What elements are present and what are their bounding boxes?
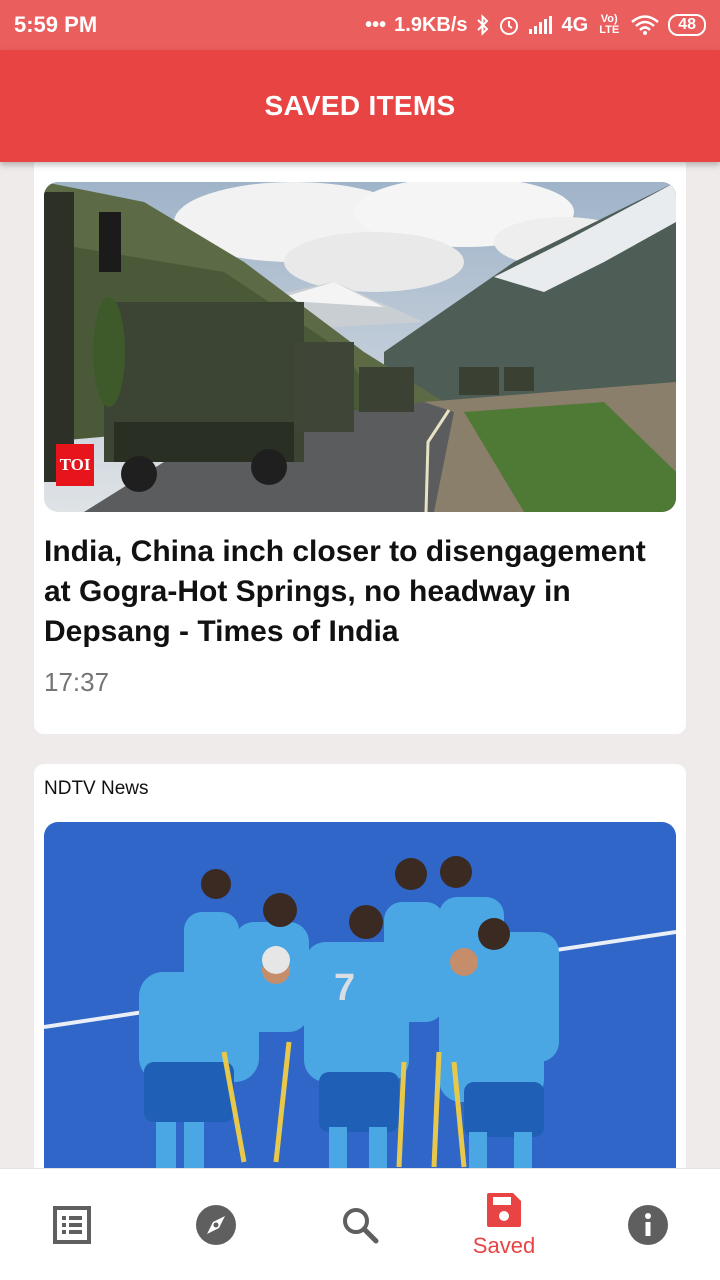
compass-icon: [196, 1204, 236, 1245]
nav-item-saved[interactable]: Saved: [432, 1169, 576, 1280]
article-headline[interactable]: India, China inch closer to disengagemen…: [44, 532, 676, 652]
volte-indicator: Vo) LTE: [599, 13, 620, 36]
article-card[interactable]: TOI India, China inch closer to disengag…: [34, 162, 686, 734]
app-bar: SAVED ITEMS: [0, 50, 720, 162]
status-indicators: ••• 1.9KB/s 4G Vo) LTE 48: [365, 14, 706, 37]
network-type: 4G: [561, 13, 589, 36]
dots-icon: •••: [365, 13, 387, 36]
bottom-nav: Saved: [0, 1168, 720, 1280]
toi-logo: TOI: [56, 444, 94, 486]
status-time: 5:59 PM: [14, 12, 98, 37]
article-card[interactable]: NDTV News 7: [34, 764, 686, 1168]
page-title: SAVED ITEMS: [264, 90, 456, 121]
bluetooth-icon: [476, 14, 490, 36]
article-image[interactable]: 7: [44, 822, 676, 1168]
list-icon: [53, 1205, 91, 1244]
alarm-icon: [498, 14, 520, 36]
saved-feed[interactable]: TOI India, China inch closer to disengag…: [0, 162, 720, 1168]
network-speed: 1.9KB/s: [394, 13, 468, 36]
status-bar: 5:59 PM ••• 1.9KB/s 4G Vo) LTE 48: [0, 0, 720, 50]
nav-label-saved: Saved: [472, 1232, 536, 1258]
save-icon: [487, 1192, 521, 1227]
nav-item-explore[interactable]: [144, 1169, 288, 1280]
battery-indicator: 48: [668, 14, 706, 36]
search-icon: [343, 1207, 379, 1243]
article-source: NDTV News: [44, 778, 149, 799]
svg-text:7: 7: [334, 967, 355, 1009]
hockey-team-image: 7: [44, 822, 676, 1168]
nav-item-feed[interactable]: [0, 1169, 144, 1280]
wifi-icon: [630, 14, 660, 36]
mountain-road-image: [44, 182, 676, 512]
signal-icon: [528, 15, 554, 35]
article-timestamp: 17:37: [44, 667, 110, 697]
nav-item-info[interactable]: [576, 1169, 720, 1280]
info-icon: [628, 1204, 668, 1245]
nav-item-search[interactable]: [288, 1169, 432, 1280]
article-image[interactable]: TOI: [44, 182, 676, 512]
